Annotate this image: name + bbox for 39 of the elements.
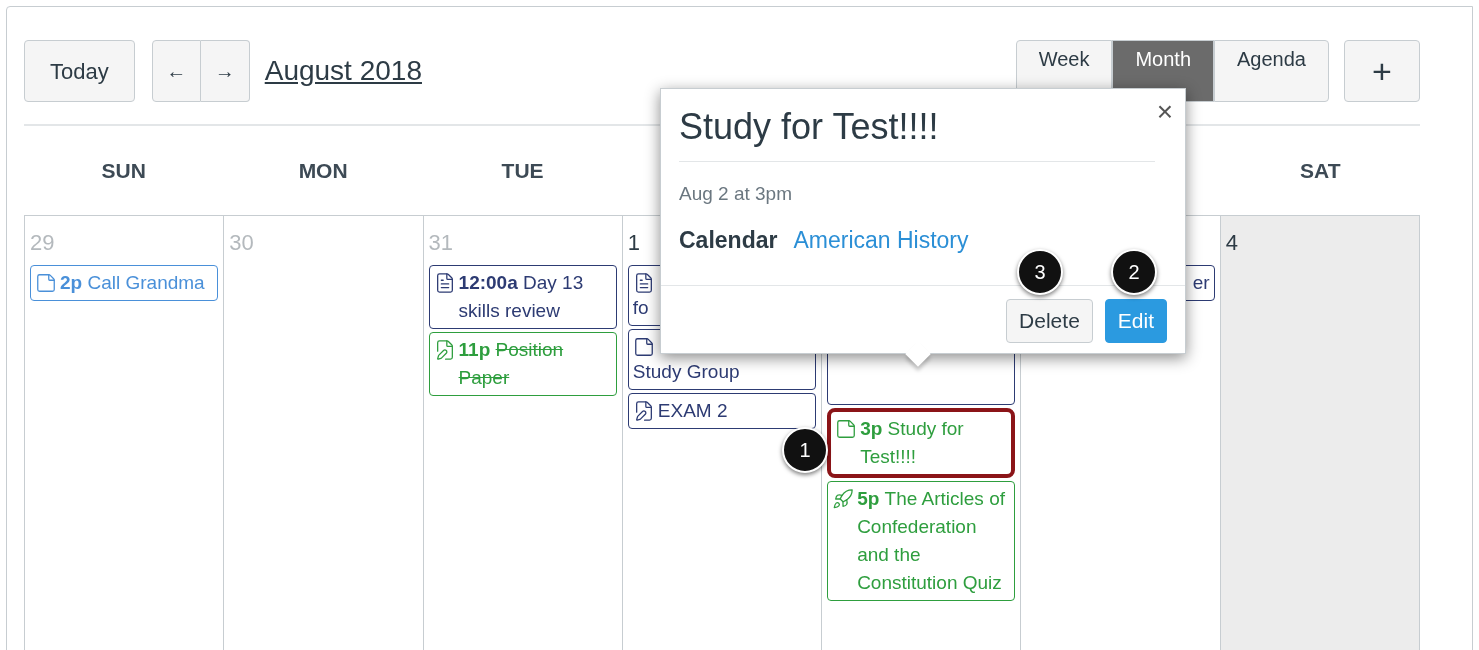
day-cell[interactable]: 4 xyxy=(1220,216,1420,650)
day-number: 1 xyxy=(627,230,641,255)
weekday-header: SUN xyxy=(100,157,147,184)
weekday-header: SAT xyxy=(1299,157,1342,184)
month-title-link[interactable]: August 2018 xyxy=(264,50,422,92)
popover-title: Study for Test!!!! xyxy=(679,89,1155,162)
event-label: 12:00a Day 13 skills review xyxy=(458,271,585,323)
add-button[interactable]: + xyxy=(1344,40,1420,102)
note-icon xyxy=(35,272,57,294)
calendar-label: Calendar xyxy=(679,225,778,255)
event-card[interactable]: EXAM 2 xyxy=(627,393,817,429)
day-number: 30 xyxy=(229,230,254,255)
today-button[interactable]: Today xyxy=(24,40,135,102)
note-icon xyxy=(835,418,858,440)
event-label: 3p Study for Test!!!! xyxy=(860,417,965,469)
day-number: 31 xyxy=(428,230,454,255)
view-tab[interactable]: Agenda xyxy=(1214,40,1329,102)
calendar-link[interactable]: American History xyxy=(793,222,969,257)
note-icon xyxy=(632,336,655,358)
event-label: Study Group xyxy=(632,360,740,384)
event-label: fo xyxy=(632,296,649,320)
event-date: Aug 2 at 3pm xyxy=(679,182,794,206)
weekday-header: TUE xyxy=(500,157,545,184)
weekday-header: MON xyxy=(297,157,349,184)
event-card[interactable]: 12:00a Day 13 skills review xyxy=(428,265,617,329)
day-number: 4 xyxy=(1225,230,1238,255)
next-button[interactable]: → xyxy=(200,40,250,102)
event-card[interactable]: 3p Study for Test!!!! xyxy=(827,408,1016,478)
day-number: 29 xyxy=(30,230,55,255)
event-label: EXAM 2 xyxy=(657,399,728,423)
event-label: 2p Call Grandma xyxy=(60,271,205,295)
previous-button[interactable]: ← xyxy=(151,40,201,102)
delete-button[interactable]: Delete xyxy=(1006,299,1093,343)
event-label: 11p Position Paper xyxy=(458,338,565,390)
quiz-icon xyxy=(832,488,855,510)
event-card[interactable]: 5p The Articles of Confederation and the Constitution Quiz xyxy=(827,481,1016,601)
event-label: er xyxy=(1192,271,1210,295)
event-label: 5p The Articles of Confederation and the Constitution Quiz xyxy=(857,487,1006,595)
event-card[interactable]: 11p Position Paper xyxy=(428,332,617,396)
